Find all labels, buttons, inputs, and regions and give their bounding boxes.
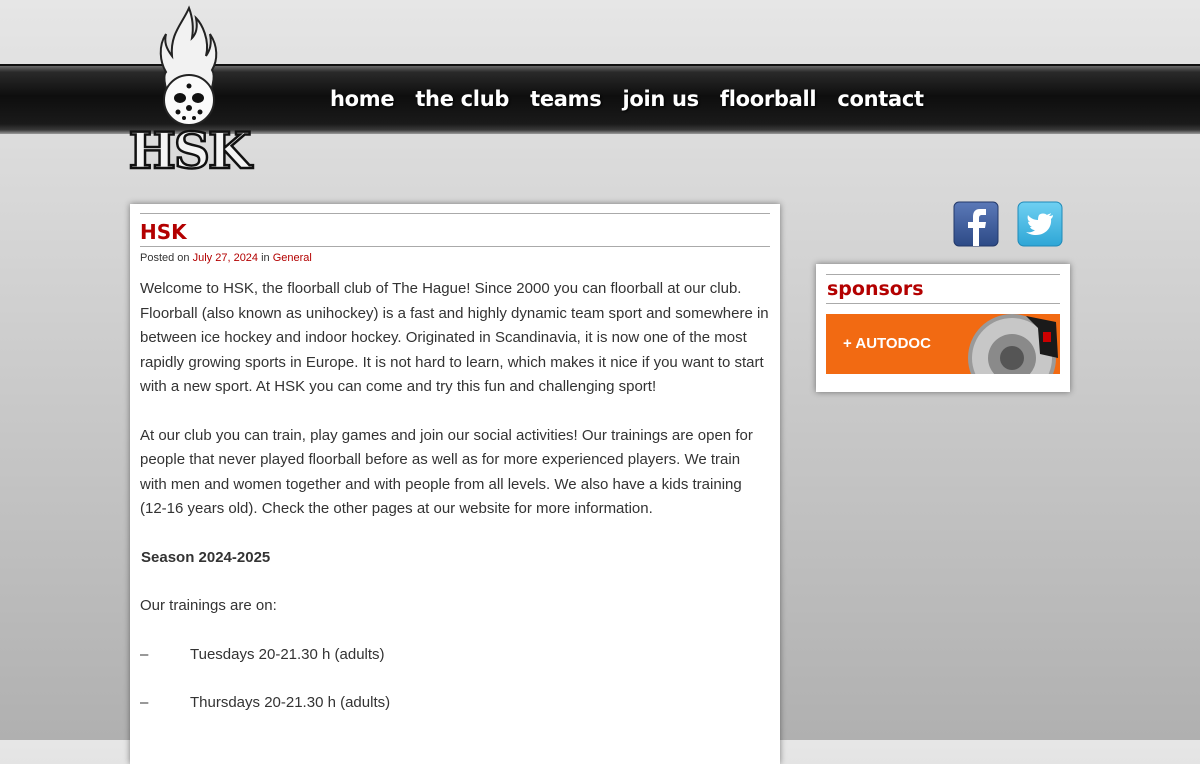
divider	[140, 213, 770, 214]
training-text: Tuesdays 20-21.30 h (adults)	[190, 645, 385, 663]
dash-marker: –	[140, 694, 149, 711]
divider	[826, 303, 1060, 304]
club-paragraph: At our club you can train, play games an…	[140, 426, 753, 518]
post-content: Welcome to HSK, the floorball club of Th…	[140, 277, 770, 716]
sponsors-title: sponsors	[827, 278, 924, 300]
nav-floorball[interactable]: floorball	[720, 87, 817, 111]
nav-teams[interactable]: teams	[530, 87, 602, 111]
post-title[interactable]: HSK	[140, 220, 770, 244]
post-date-link[interactable]: July 27, 2024	[193, 252, 258, 264]
training-item: – Tuesdays 20-21.30 h (adults)	[140, 643, 770, 668]
dash-marker: –	[140, 645, 149, 663]
in-label: in	[261, 252, 270, 264]
brake-disc-icon	[968, 314, 1058, 374]
sponsor-name: + AUTODOC	[843, 335, 931, 352]
posted-on-label: Posted on	[140, 252, 190, 264]
post-meta: Posted on July 27, 2024 in General	[140, 252, 770, 264]
nav-home[interactable]: home	[330, 87, 395, 111]
facebook-icon	[953, 201, 999, 247]
season-heading: Season 2024-2025	[141, 548, 271, 566]
hsk-logo[interactable]: HSK	[122, 4, 256, 181]
main-navigation: home the club teams join us floorball co…	[330, 87, 945, 111]
category-link[interactable]: General	[273, 252, 312, 264]
post-article: HSK Posted on July 27, 2024 in General W…	[130, 204, 780, 764]
sponsors-widget: sponsors + AUTODOC	[816, 264, 1070, 392]
nav-join-us[interactable]: join us	[622, 87, 699, 111]
trainings-intro: Our trainings are on:	[140, 597, 277, 614]
sponsor-banner[interactable]: + AUTODOC	[826, 314, 1060, 374]
divider	[826, 274, 1060, 275]
facebook-link[interactable]	[953, 201, 999, 252]
twitter-icon	[1017, 201, 1063, 247]
nav-the-club[interactable]: the club	[415, 87, 509, 111]
intro-paragraph: Welcome to HSK, the floorball club of Th…	[140, 280, 769, 395]
training-text: Thursdays 20-21.30 h (adults)	[190, 694, 391, 711]
nav-contact[interactable]: contact	[837, 87, 924, 111]
twitter-link[interactable]	[1017, 201, 1063, 252]
logo-text: HSK	[129, 121, 253, 180]
divider	[140, 246, 770, 247]
training-item: – Thursdays 20-21.30 h (adults)	[140, 691, 770, 716]
